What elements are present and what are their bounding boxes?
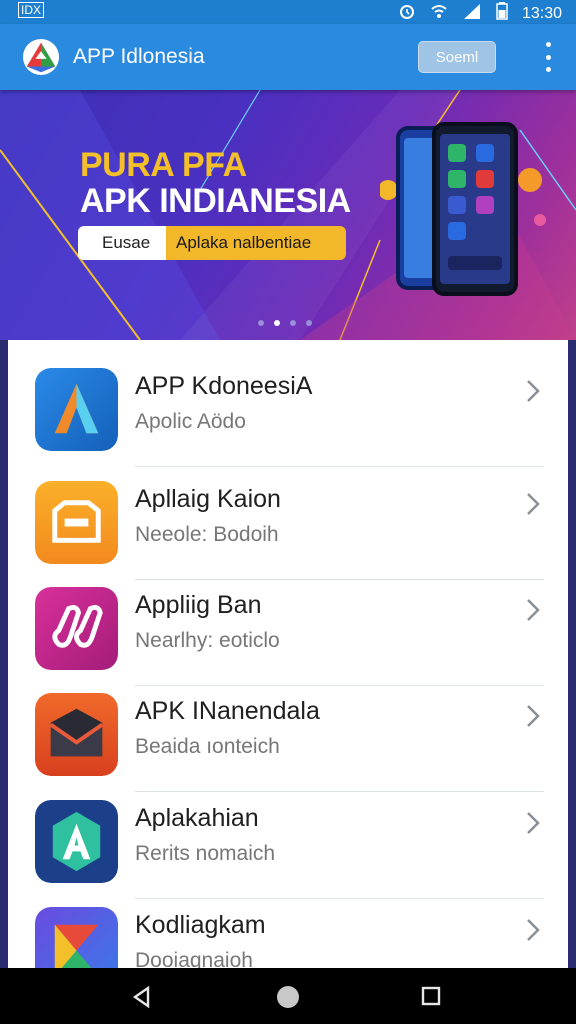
more-vert-icon[interactable] [538,42,558,72]
chevron-right-icon [527,919,540,941]
battery-icon [496,2,508,26]
app-logo-icon [22,38,60,76]
banner-pill[interactable]: Eusae Aplaka nalbentiae [78,226,346,260]
page-dot-active [274,320,280,326]
page-dot [290,320,296,326]
list-item[interactable]: APK INanendala Beaida ıonteich [8,665,568,792]
page-dot [306,320,312,326]
signal-icon [462,2,482,26]
banner-pill-right: Aplaka nalbentiae [166,226,346,260]
home-icon[interactable] [276,985,300,1009]
app-subtitle: Nearlhy: eoticlo [135,629,280,652]
chevron-right-icon [527,705,540,727]
list-item[interactable]: Appliig Ban Nearlhy: eoticlo [8,559,568,686]
app-subtitle: Neeole: Bodoih [135,523,279,546]
chevron-right-icon [527,599,540,621]
a-hexagon-icon [35,800,118,883]
list-item[interactable]: APP KdoneesiA Apolic Aödo [8,340,568,467]
app-subtitle: Apolic Aödo [135,410,246,433]
status-bar: IDX 13:30 [0,0,576,24]
mail-icon [35,693,118,776]
app-title: APP KdoneesiA [135,372,313,400]
app-title: Aplakahian [135,804,259,832]
system-nav-bar [0,968,576,1024]
list-item[interactable]: Apllaig Kaion Neeole: Bodoih [8,453,568,580]
hourglass-icon [35,907,118,968]
app-subtitle: Dooiaqnaioh [135,949,253,968]
app-title: APK INanendala [135,697,320,725]
app-title: Apllaig Kaion [135,485,281,513]
chevron-right-icon [527,812,540,834]
app-bar: APP Idlonesia Soeml [0,24,576,90]
chevron-right-icon [527,493,540,515]
app-title: Appliig Ban [135,591,262,619]
page-dot [258,320,264,326]
alarm-icon [398,2,416,26]
app-subtitle: Beaida ıonteich [135,735,280,758]
a-triangle-icon [35,368,118,451]
app-title: Kodliagkam [135,911,266,939]
app-title: APP Idlonesia [73,45,205,68]
screen-icon: IDX [18,2,45,18]
app-list: APP KdoneesiA Apolic Aödo Apllaig Kaion … [8,340,568,968]
promo-banner[interactable]: PURA PFA APK INDIANESIA Eusae Aplaka nal… [0,90,576,340]
banner-title-line2: APK INDIANESIA [80,182,351,220]
banner-pill-left: Eusae [78,226,166,260]
status-time: 13:30 [521,5,562,22]
search-button[interactable]: Soeml [418,41,496,73]
wifi-icon [430,2,448,26]
list-item[interactable]: Kodliagkam Dooiaqnaioh [8,879,568,968]
chevron-right-icon [527,380,540,402]
phones-illustration [380,122,546,296]
back-icon[interactable] [132,986,152,1008]
recents-icon[interactable] [421,986,441,1006]
container-icon [35,481,118,564]
list-item[interactable]: Aplakahian Rerits nomaich [8,772,568,899]
banner-page-indicator [258,320,312,326]
banner-title-line1: PURA PFA [80,146,247,184]
music-notes-icon [35,587,118,670]
app-subtitle: Rerits nomaich [135,842,276,865]
